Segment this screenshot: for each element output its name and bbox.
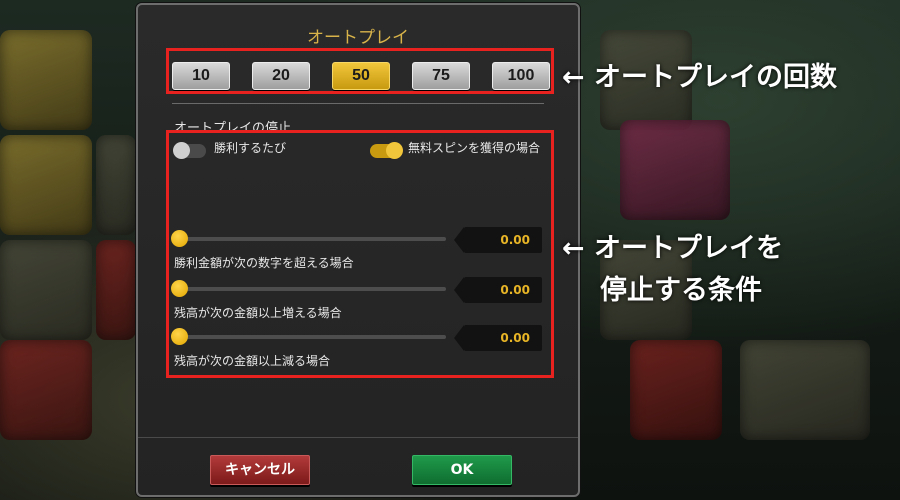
annotation-stop-note-line2: 停止する条件 xyxy=(600,275,762,306)
footer-divider xyxy=(138,437,578,438)
ok-button[interactable]: OK xyxy=(412,455,512,485)
reel-symbol xyxy=(0,30,92,130)
annotation-rounds-note: ← オートプレイの回数 xyxy=(562,62,838,93)
reel-symbol xyxy=(620,120,730,220)
dialog-title: オートプレイ xyxy=(307,28,409,48)
reel-symbol xyxy=(0,240,92,340)
reel-symbol xyxy=(740,340,870,440)
reel-symbol xyxy=(630,340,722,440)
reel-symbol xyxy=(0,340,92,440)
cancel-button[interactable]: キャンセル xyxy=(210,455,310,485)
divider xyxy=(172,103,544,104)
reel-symbol xyxy=(0,135,92,235)
reel-symbol xyxy=(96,135,136,235)
annotation-stop-note-line1: ← オートプレイを xyxy=(562,233,784,264)
annotation-box-stop-conditions xyxy=(166,130,554,378)
annotation-box-rounds xyxy=(166,48,554,94)
reel-symbol xyxy=(96,240,136,340)
